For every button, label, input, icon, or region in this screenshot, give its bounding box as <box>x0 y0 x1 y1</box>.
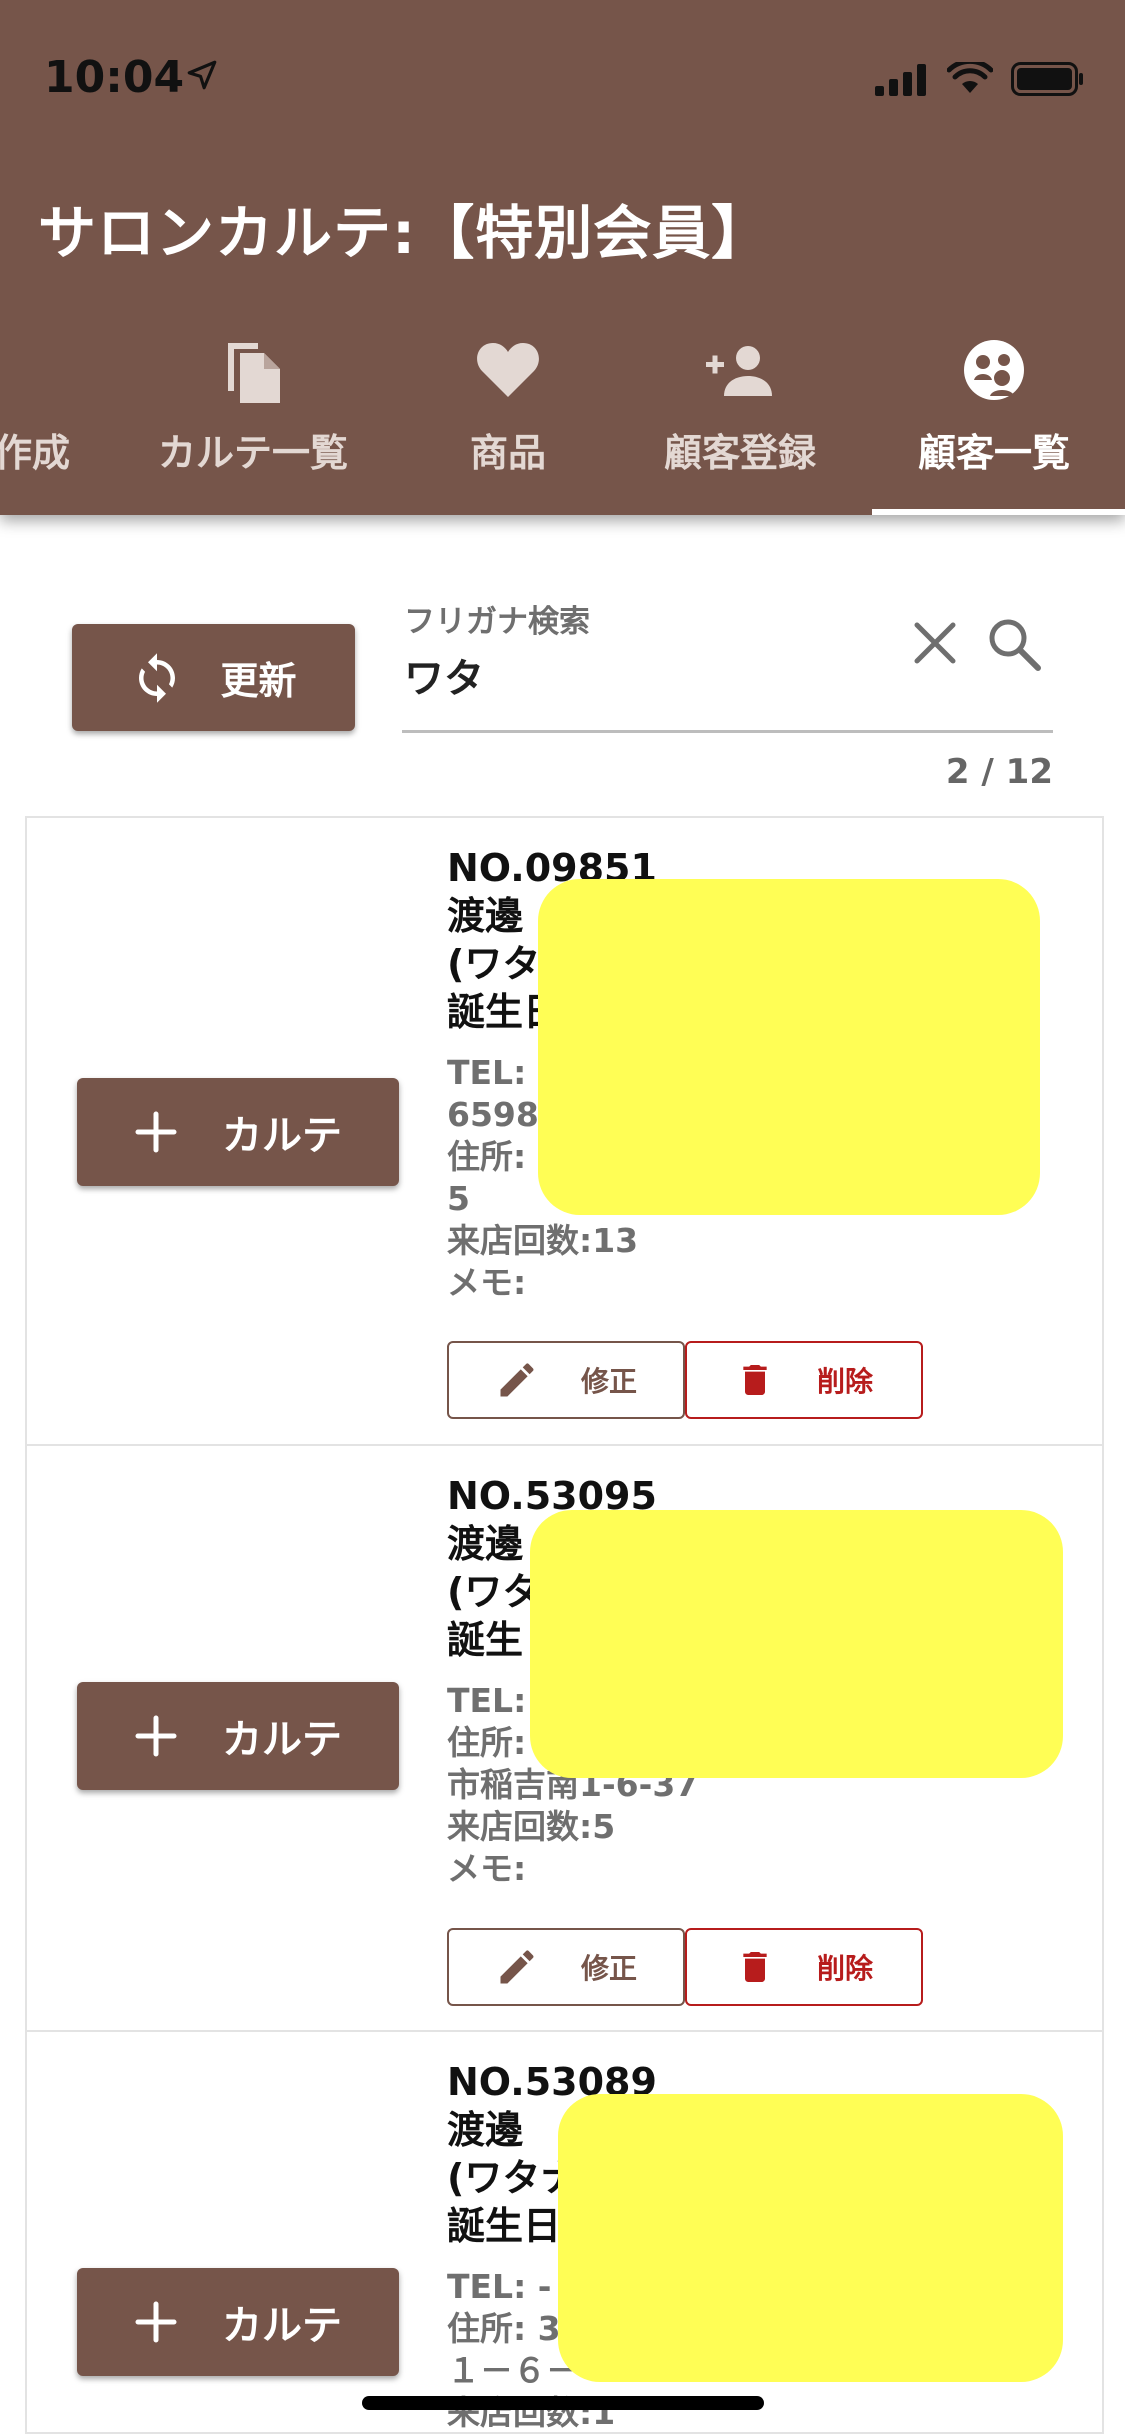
plus-icon <box>135 1111 177 1153</box>
copy-icon <box>228 343 280 403</box>
pencil-icon <box>500 1363 534 1397</box>
tab-customer-register[interactable]: 顧客登録 <box>664 330 816 515</box>
status-indicators <box>875 62 1085 96</box>
clear-icon[interactable] <box>912 620 958 666</box>
result-count: 2 / 12 <box>945 752 1053 792</box>
customer-card: カルテ NO.09851 渡邊 ミ (ワタ 誕生日 TEL: 6598 住所: … <box>27 818 1102 1446</box>
customer-card: カルテ NO.53095 渡邊 (ワタ 誕生 TEL: 住所: 市稲吉南1-6-… <box>27 1446 1102 2032</box>
delete-button[interactable]: 削除 <box>685 1928 923 2006</box>
search-label: フリガナ検索 <box>404 604 590 640</box>
customer-visits: 来店回数:13 <box>447 1221 639 1260</box>
edit-button[interactable]: 修正 <box>447 1341 685 1419</box>
customer-memo: メモ: <box>447 1263 527 1302</box>
search-icon[interactable] <box>986 616 1042 672</box>
app-title: サロンカルテ:【特別会員】 <box>38 199 771 267</box>
person-add-icon <box>706 346 772 396</box>
tab-karte-list[interactable]: カルテ一覧 <box>158 330 348 515</box>
plus-icon <box>135 2301 177 2343</box>
status-time: 10:04 <box>44 52 185 103</box>
tab-customer-list[interactable]: 顧客一覧 <box>918 330 1070 515</box>
cellular-signal-icon <box>875 64 926 96</box>
customer-list: カルテ NO.09851 渡邊 ミ (ワタ 誕生日 TEL: 6598 住所: … <box>25 816 1104 2434</box>
refresh-label: 更新 <box>220 659 297 703</box>
trash-icon <box>743 1365 767 1395</box>
delete-button[interactable]: 削除 <box>685 1341 923 1419</box>
tab-indicator <box>872 509 1125 515</box>
redaction-overlay <box>530 1510 1063 1778</box>
tab-label: 作成 <box>0 431 71 475</box>
tab-label: 商品 <box>470 431 547 475</box>
pencil-icon <box>500 1950 534 1984</box>
location-arrow-icon <box>187 60 217 90</box>
trash-icon <box>743 1952 767 1982</box>
tab-products[interactable]: 商品 <box>470 330 546 515</box>
edit-label: 修正 <box>580 1365 637 1398</box>
redaction-overlay <box>558 2094 1063 2382</box>
customer-visits: 来店回数:5 <box>447 1807 616 1846</box>
tab-create[interactable]: 作成 <box>0 330 70 515</box>
wifi-icon <box>947 62 993 93</box>
tab-label: 顧客登録 <box>664 431 817 475</box>
tab-label: 顧客一覧 <box>918 431 1071 475</box>
home-indicator <box>362 2396 764 2410</box>
tab-label: カルテ一覧 <box>158 431 349 475</box>
battery-icon <box>1011 62 1083 96</box>
customer-memo: メモ: <box>447 1849 527 1888</box>
customer-card: カルテ NO.53089 渡邊 (ワタナ 誕生日 TEL: - 住所: 3 １－… <box>27 2032 1102 2432</box>
add-karte-label: カルテ <box>222 1717 342 1763</box>
delete-label: 削除 <box>816 1365 873 1398</box>
search-input[interactable]: ワタ <box>404 646 484 704</box>
delete-label: 削除 <box>816 1952 873 1985</box>
refresh-icon <box>139 652 176 703</box>
add-karte-button[interactable]: カルテ <box>77 1682 399 1790</box>
edit-button[interactable]: 修正 <box>447 1928 685 2006</box>
add-karte-button[interactable]: カルテ <box>77 2268 399 2376</box>
redaction-overlay <box>538 879 1040 1215</box>
plus-icon <box>135 1715 177 1757</box>
furigana-search-field[interactable]: フリガナ検索 ワタ <box>402 590 1053 733</box>
add-karte-button[interactable]: カルテ <box>77 1078 399 1186</box>
edit-label: 修正 <box>580 1952 637 1985</box>
add-karte-label: カルテ <box>222 2303 342 2349</box>
app-header: 10:04 サロンカルテ:【特別会員】 作成 カルテ一覧 商品 顧客登録 顧客一… <box>0 0 1125 515</box>
heart-icon <box>477 343 539 397</box>
add-karte-label: カルテ <box>222 1113 342 1159</box>
group-icon <box>964 340 1024 400</box>
refresh-button[interactable]: 更新 <box>72 624 355 731</box>
